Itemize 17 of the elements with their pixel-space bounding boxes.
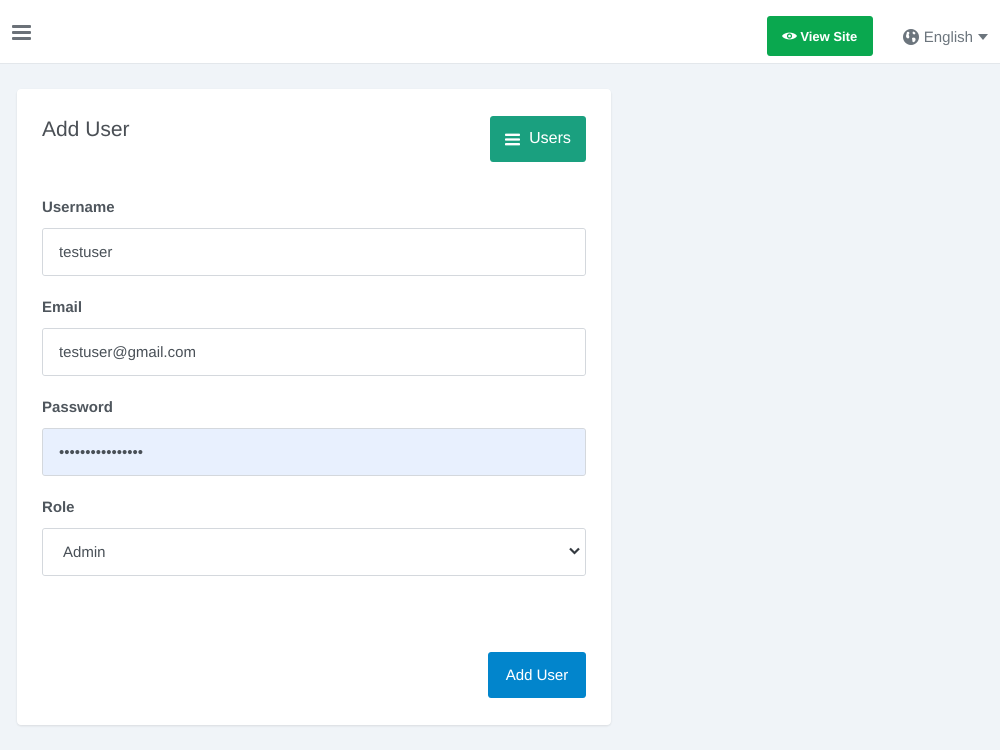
menu-icon[interactable] [12,25,31,40]
field-label: Email [42,298,82,318]
add-user-button[interactable]: Add User [488,652,586,698]
text-input-field[interactable]: testuser [42,228,586,276]
password-field[interactable]: •••••••••••••••• [42,428,586,476]
field-label: Role [42,498,75,518]
language-menu[interactable]: English [902,26,988,48]
eye-icon [782,31,798,41]
card-title: Add User [42,118,130,142]
field-label: Password [42,398,113,418]
role-select[interactable]: Admin [42,528,586,576]
text-input-field[interactable]: testuser@gmail.com [42,328,586,376]
field-label: Username [42,198,115,218]
list-icon [505,132,520,146]
chevron-down-icon [569,547,580,555]
globe-icon [902,29,919,45]
caret-down-icon [978,34,988,40]
